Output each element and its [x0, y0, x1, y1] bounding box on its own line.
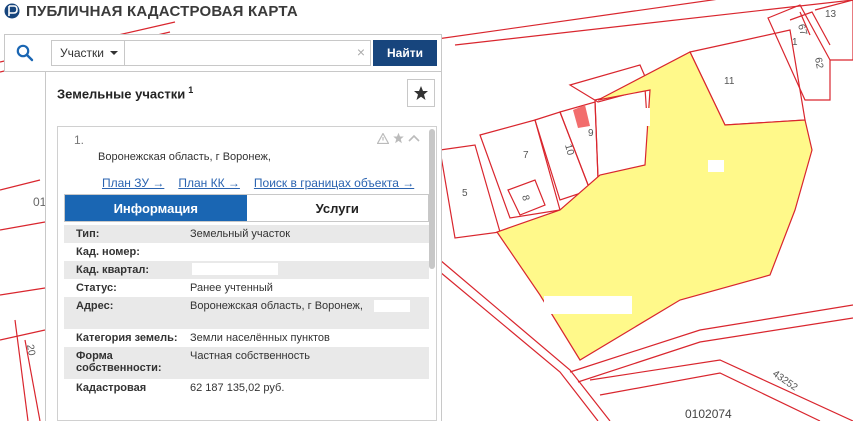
redacted-block	[192, 245, 284, 257]
map-label-9: 9	[588, 128, 594, 139]
map-label-0102074: 0102074	[685, 407, 732, 421]
card-links: План ЗУ → План КК → Поиск в границах объ…	[102, 176, 414, 190]
table-row: Статус: Ранее учтенный	[64, 279, 429, 297]
table-row: Форма собственности: Частная собственнос…	[64, 347, 429, 379]
favorite-button[interactable]	[407, 79, 435, 107]
close-icon[interactable]: ×	[357, 44, 365, 60]
link-plan-kk[interactable]: План КК →	[178, 176, 240, 190]
tab-information[interactable]: Информация	[65, 195, 247, 221]
row-value: 62 187 135,02 руб.	[190, 382, 285, 394]
map-label-10: 10	[562, 143, 576, 157]
row-value: Земельный участок	[190, 228, 291, 240]
attribute-table: Тип: Земельный участок Кад. номер: Кад. …	[64, 225, 429, 397]
map-label-13: 13	[825, 9, 837, 20]
row-label: Адрес:	[76, 300, 114, 312]
find-button[interactable]: Найти	[373, 40, 437, 66]
result-address: Воронежская область, г Воронеж,	[98, 151, 271, 163]
row-label: Тип:	[76, 228, 100, 240]
row-label: Статус:	[76, 282, 117, 294]
row-label: Кад. номер:	[76, 246, 140, 258]
star-icon	[414, 86, 428, 100]
search-type-select[interactable]: Участки	[51, 40, 125, 66]
search-type-label: Участки	[60, 46, 104, 60]
search-bar: Участки × Найти	[4, 34, 442, 72]
redacted-block	[98, 132, 218, 146]
row-label: Категория земель:	[76, 332, 178, 344]
search-icon[interactable]	[5, 35, 45, 71]
row-value: Ранее учтенный	[190, 282, 273, 294]
map-label-20: 20	[24, 344, 37, 357]
row-label: Кадастровая	[76, 382, 147, 394]
table-row: Кадастровая 62 187 135,02 руб.	[64, 379, 429, 397]
table-row: Кад. квартал:	[64, 261, 429, 279]
table-row: Категория земель: Земли населённых пункт…	[64, 329, 429, 347]
map-label-67: 67	[795, 23, 809, 37]
table-row: Адрес: Воронежская область, г Воронеж,	[64, 297, 429, 329]
row-label: Форма собственности:	[76, 350, 162, 374]
redacted-block	[374, 300, 410, 312]
chevron-down-icon	[110, 51, 118, 55]
app-header: ПУБЛИЧНАЯ КАДАСТРОВАЯ КАРТА	[0, 0, 298, 22]
panel-title: Земельные участки 1	[57, 85, 193, 101]
row-label: Кад. квартал:	[76, 264, 150, 276]
result-card: 1. Воронежская область, г Воронеж, План …	[57, 126, 437, 421]
tab-services[interactable]: Услуги	[246, 195, 428, 221]
results-panel: Земельные участки 1 1. Воронежская област…	[45, 72, 442, 421]
result-count: 1	[188, 84, 194, 95]
map-label-11: 11	[724, 76, 735, 87]
warning-icon[interactable]	[377, 132, 389, 144]
search-input[interactable]	[125, 40, 372, 66]
scrollbar[interactable]	[429, 129, 435, 269]
table-row: Кад. номер:	[64, 243, 429, 261]
row-value: Частная собственность	[190, 350, 311, 362]
card-tabs: Информация Услуги	[64, 194, 429, 222]
card-tools	[377, 132, 420, 144]
map-label-5: 5	[462, 188, 468, 199]
map-label-62: 62	[812, 57, 825, 70]
table-row: Тип: Земельный участок	[64, 225, 429, 243]
chevron-up-icon[interactable]	[408, 133, 420, 143]
panel-title-text: Земельные участки	[57, 86, 186, 102]
map-label-1: 1	[792, 37, 798, 48]
result-index: 1.	[74, 133, 85, 147]
app-logo-icon	[4, 3, 20, 19]
map-label-7: 7	[523, 150, 529, 161]
map-label-8: 8	[519, 194, 531, 203]
star-icon[interactable]	[392, 132, 405, 144]
redacted-block	[278, 149, 364, 165]
redacted-block	[192, 263, 278, 275]
app-title: ПУБЛИЧНАЯ КАДАСТРОВАЯ КАРТА	[26, 2, 298, 20]
link-search-in-bounds[interactable]: Поиск в границах объекта →	[254, 176, 414, 190]
row-value: Земли населённых пунктов	[190, 332, 330, 344]
link-plan-zu[interactable]: План ЗУ →	[102, 176, 164, 190]
